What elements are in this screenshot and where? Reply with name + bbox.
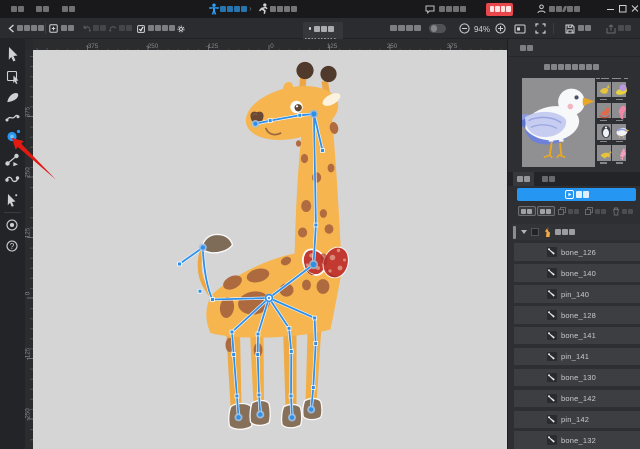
svg-text:?: ?: [10, 242, 15, 251]
svg-text:250: 250: [25, 167, 32, 178]
svg-text:-375: -375: [86, 43, 99, 50]
svg-text:-125: -125: [25, 347, 32, 360]
svg-text:125: 125: [327, 43, 338, 50]
svg-text:375: 375: [447, 43, 458, 50]
svg-text:250: 250: [387, 43, 398, 50]
svg-text:-125: -125: [206, 43, 219, 50]
svg-text:-250: -250: [146, 43, 159, 50]
svg-text:375: 375: [25, 106, 32, 117]
svg-text:-250: -250: [25, 408, 32, 421]
svg-text:125: 125: [25, 227, 32, 238]
svg-text:0: 0: [25, 291, 32, 295]
svg-text:0: 0: [270, 43, 274, 50]
